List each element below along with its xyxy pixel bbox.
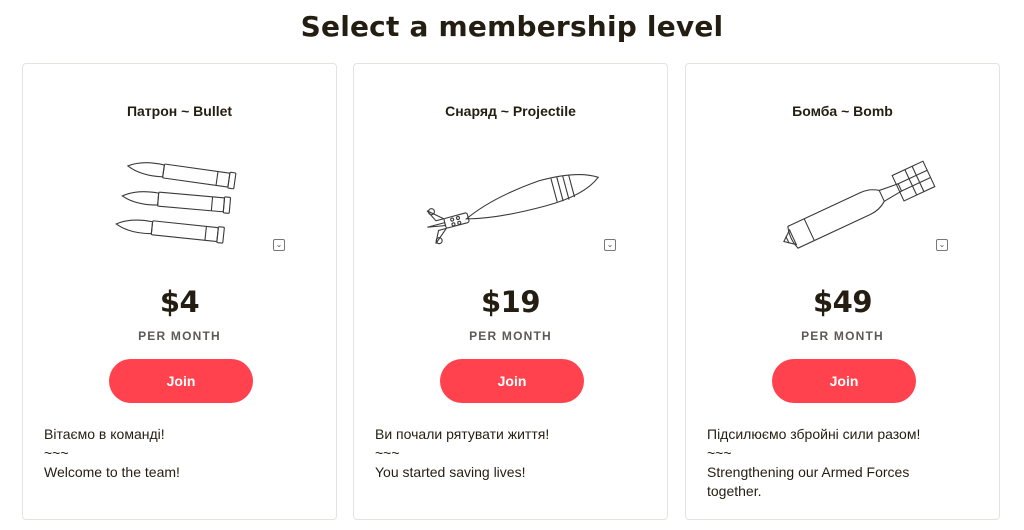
join-button[interactable]: Join <box>440 359 584 403</box>
page-title: Select a membership level <box>300 10 724 43</box>
tier-card-bullet: Патрон ~ Bullet ⌄ $4 PER MONTH Join Віта… <box>22 63 337 520</box>
membership-tiers: Патрон ~ Bullet ⌄ $4 PER MONTH Join Віта… <box>22 63 1002 521</box>
tier-name: Бомба ~ Bomb <box>792 103 893 119</box>
tier-card-projectile: Снаряд ~ Projectile ⌄ $19 PER MONTH Join… <box>353 63 668 520</box>
tier-description-english: Strengthening our Armed Forces together. <box>707 464 910 499</box>
tier-period: PER MONTH <box>469 329 552 343</box>
tier-card-bomb: Бомба ~ Bomb ⌄ $49 PER MONTH Join Підсил… <box>685 63 1000 520</box>
tier-name: Патрон ~ Bullet <box>126 103 233 119</box>
join-button[interactable]: Join <box>772 359 916 403</box>
tier-description-english: Welcome to the team! <box>44 464 180 480</box>
tier-period: PER MONTH <box>801 329 884 343</box>
tier-price: $19 <box>480 285 541 319</box>
tier-description-ukrainian: Підсилюємо збройні сили разом! <box>707 426 921 442</box>
mortar-shell-icon <box>426 174 600 245</box>
aerial-bomb-icon <box>783 160 936 249</box>
tier-price: $4 <box>159 285 200 319</box>
image-badge-icon[interactable]: ⌄ <box>936 239 948 251</box>
tier-name: Снаряд ~ Projectile <box>445 103 576 119</box>
tier-price: $49 <box>812 285 873 319</box>
tier-period: PER MONTH <box>138 329 221 343</box>
join-button[interactable]: Join <box>109 359 253 403</box>
tier-description-ukrainian: Ви почали рятувати життя! <box>375 426 550 442</box>
tier-description: Вітаємо в команді! ~~~ Welcome to the te… <box>44 425 279 482</box>
image-badge-icon[interactable]: ⌄ <box>604 239 616 251</box>
tier-description-separator: ~~~ <box>375 445 400 461</box>
tier-description: Підсилюємо збройні сили разом! ~~~ Stren… <box>707 425 942 501</box>
image-badge-icon[interactable]: ⌄ <box>273 239 285 251</box>
tier-description-separator: ~~~ <box>44 445 69 461</box>
tier-description-ukrainian: Вітаємо в команді! <box>44 426 165 442</box>
bullets-icon <box>115 162 237 244</box>
tier-description: Ви почали рятувати життя! ~~~ You starte… <box>375 425 610 482</box>
tier-description-separator: ~~~ <box>707 445 732 461</box>
tier-description-english: You started saving lives! <box>375 464 526 480</box>
